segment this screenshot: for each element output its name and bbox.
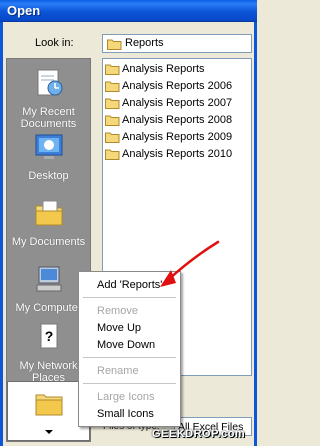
menu-item-add-reports[interactable]: Add 'Reports' [97,279,162,291]
recent-documents-icon [37,69,62,96]
folder-icon [105,98,120,109]
folder-icon [105,64,120,75]
svg-text:?: ? [44,328,53,344]
folder-icon [107,39,122,50]
folder-icon [105,132,120,143]
place-label: My Recent Documents [20,106,77,130]
window-frame-right [254,22,257,446]
place-my-recent-documents[interactable]: My Recent Documents [7,67,90,130]
network-places-icon: ? [40,323,57,349]
menu-separator [83,383,176,384]
title-bar[interactable]: Open [0,0,257,22]
place-desktop[interactable]: Desktop [7,131,90,182]
watermark: GEEKDROP.com [152,428,246,440]
my-computer-icon [36,266,61,292]
file-name: Analysis Reports 2007 [122,97,233,109]
menu-separator [83,297,176,298]
folder-icon [105,149,120,160]
look-in-dropdown[interactable]: Reports [102,34,252,53]
folder-icon [105,115,120,126]
file-name: Analysis Reports 2008 [122,114,233,126]
desktop-icon [35,134,62,159]
menu-item-large-icons: Large Icons [97,391,155,403]
scroll-down-icon[interactable] [45,430,53,434]
menu-item-remove: Remove [97,305,138,317]
file-name: Analysis Reports 2010 [122,148,233,160]
file-name: Analysis Reports [122,63,205,75]
menu-item-move-up[interactable]: Move Up [97,322,141,334]
menu-item-small-icons[interactable]: Small Icons [97,408,154,420]
file-name: Analysis Reports 2009 [122,131,233,143]
place-my-documents[interactable]: My Documents [7,197,90,248]
look-in-label: Look in: [35,37,74,49]
my-documents-icon [35,200,62,226]
folder-icon [105,81,120,92]
menu-item-move-down[interactable]: Move Down [97,339,155,351]
place-label: My Documents [11,236,86,248]
file-name: Analysis Reports 2006 [122,80,233,92]
window-title: Open [7,3,41,18]
context-menu: Add 'Reports' Remove Move Up Move Down R… [78,271,181,427]
place-label: Desktop [28,170,69,182]
menu-separator [83,357,176,358]
window-frame-left [0,22,3,446]
menu-item-rename: Rename [97,365,139,377]
look-in-value: Reports [125,37,164,49]
folder-icon [35,394,62,416]
